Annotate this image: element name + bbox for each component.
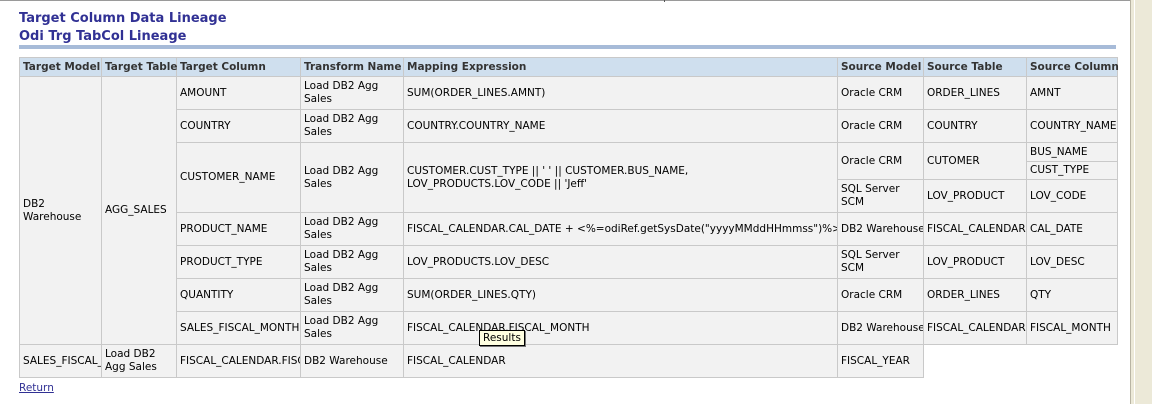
top-border-tick [664, 0, 665, 2]
table-row: COUNTRY Load DB2 Agg Sales COUNTRY.COUNT… [20, 109, 1118, 143]
expression-cell: FISCAL_CALENDAR.FISCAL_YEAR [176, 344, 301, 378]
top-border-line [0, 0, 1130, 1]
source-table-cell: FISCAL_CALENDAR [923, 212, 1027, 246]
page-title: Target Column Data Lineage [19, 11, 227, 26]
source-model-cell: SQL Server SCM [837, 245, 924, 279]
source-column-cell: LOV_CODE [1026, 179, 1118, 213]
target-column-cell: CUSTOMER_NAME [176, 142, 301, 213]
transform-cell: Load DB2 Agg Sales [300, 212, 404, 246]
expression-cell: SUM(ORDER_LINES.AMNT) [403, 76, 838, 110]
transform-cell: Load DB2 Agg Sales [300, 311, 404, 345]
source-column-cell: CAL_DATE [1026, 212, 1118, 246]
table-row: QUANTITY Load DB2 Agg Sales SUM(ORDER_LI… [20, 278, 1118, 312]
expression-cell: SUM(ORDER_LINES.QTY) [403, 278, 838, 312]
source-column-cell: BUS_NAME [1026, 142, 1118, 162]
transform-cell: Load DB2 Agg Sales [300, 278, 404, 312]
table-row: PRODUCT_TYPE Load DB2 Agg Sales LOV_PROD… [20, 245, 1118, 279]
source-table-cell: FISCAL_CALENDAR [923, 311, 1027, 345]
expression-cell: LOV_PRODUCTS.LOV_DESC [403, 245, 838, 279]
header-target-table[interactable]: Target Table [101, 57, 178, 77]
target-column-cell: SALES_FISCAL_MONTH [176, 311, 301, 345]
target-column-cell: QUANTITY [176, 278, 301, 312]
header-source-table[interactable]: Source Table [923, 57, 1027, 77]
table-row: DB2 Warehouse AGG_SALES AMOUNT Load DB2 … [19, 76, 1118, 345]
target-table-cell: AGG_SALES [101, 76, 177, 345]
source-table-cell: COUNTRY [923, 109, 1027, 143]
right-frame-edge [1134, 0, 1135, 404]
source-model-cell: DB2 Warehouse [837, 311, 924, 345]
source-table-cell: ORDER_LINES [923, 278, 1027, 312]
header-target-column[interactable]: Target Column [176, 57, 301, 77]
source-table-cell: ORDER_LINES [923, 76, 1027, 110]
header-transform-name[interactable]: Transform Name [300, 57, 404, 77]
source-model-cell: Oracle CRM [837, 76, 924, 110]
source-model-cell: DB2 Warehouse [837, 212, 924, 246]
expression-cell: FISCAL_CALENDAR.CAL_DATE + <%=odiRef.get… [403, 212, 838, 246]
expression-cell: FISCAL_CALENDAR.FISCAL_MONTH [403, 311, 838, 345]
right-scrollbar-frame[interactable] [1130, 0, 1152, 404]
target-column-cell: PRODUCT_NAME [176, 212, 301, 246]
transform-cell: Load DB2 Agg Sales [300, 245, 404, 279]
table-row: SALES_FISCAL_MONTH Load DB2 Agg Sales FI… [20, 311, 1118, 345]
source-table-cell: LOV_PRODUCT [923, 245, 1027, 279]
source-model-cell: Oracle CRM [837, 142, 924, 180]
page-subtitle: Odi Trg TabCol Lineage [19, 29, 187, 44]
source-model-cell: SQL Server SCM [837, 179, 924, 213]
title-divider [19, 45, 1116, 49]
source-column-cell: COUNTRY_NAME [1026, 109, 1118, 143]
table-header-row: Target Model Target Table Target Column … [19, 57, 1119, 77]
source-model-cell: Oracle CRM [837, 109, 924, 143]
table-row: PRODUCT_NAME Load DB2 Agg Sales FISCAL_C… [20, 212, 1118, 246]
expression-cell: CUSTOMER.CUST_TYPE || ' ' || CUSTOMER.BU… [403, 142, 838, 213]
source-column-cell: QTY [1026, 278, 1118, 312]
source-model-cell: Oracle CRM [837, 278, 924, 312]
source-column-cell: CUST_TYPE [1026, 161, 1118, 180]
header-source-model[interactable]: Source Model [837, 57, 924, 77]
target-model-cell: DB2 Warehouse [19, 76, 102, 345]
return-link[interactable]: Return [19, 382, 54, 394]
header-source-column[interactable]: Source Column [1026, 57, 1119, 77]
transform-cell: Load DB2 Agg Sales [300, 109, 404, 143]
results-tooltip: Results [479, 330, 525, 346]
source-column-cell: AMNT [1026, 76, 1118, 110]
source-column-cell: FISCAL_MONTH [1026, 311, 1118, 345]
expression-cell: COUNTRY.COUNTRY_NAME [403, 109, 838, 143]
header-mapping-expression[interactable]: Mapping Expression [403, 57, 838, 77]
transform-cell: Load DB2 Agg Sales [101, 344, 177, 378]
source-table-cell: CUTOMER [923, 142, 1027, 180]
source-column-cell: FISCAL_YEAR [837, 344, 924, 378]
transform-cell: Load DB2 Agg Sales [300, 76, 404, 110]
top-border [0, 0, 1152, 6]
table-row: SALES_FISCAL_YEAR Load DB2 Agg Sales FIS… [19, 344, 1118, 378]
target-column-cell: AMOUNT [176, 76, 301, 110]
table-row: CUSTOMER_NAME Load DB2 Agg Sales CUSTOME… [20, 142, 1118, 213]
header-target-model[interactable]: Target Model [19, 57, 102, 77]
source-model-cell: DB2 Warehouse [300, 344, 404, 378]
transform-cell: Load DB2 Agg Sales [300, 142, 404, 213]
source-column-cell: LOV_DESC [1026, 245, 1118, 279]
target-column-cell: COUNTRY [176, 109, 301, 143]
source-table-cell: FISCAL_CALENDAR [403, 344, 838, 378]
lineage-table: Target Model Target Table Target Column … [19, 57, 1119, 378]
source-table-cell: LOV_PRODUCT [923, 179, 1027, 213]
target-column-cell: PRODUCT_TYPE [176, 245, 301, 279]
target-column-cell: SALES_FISCAL_YEAR [19, 344, 102, 378]
